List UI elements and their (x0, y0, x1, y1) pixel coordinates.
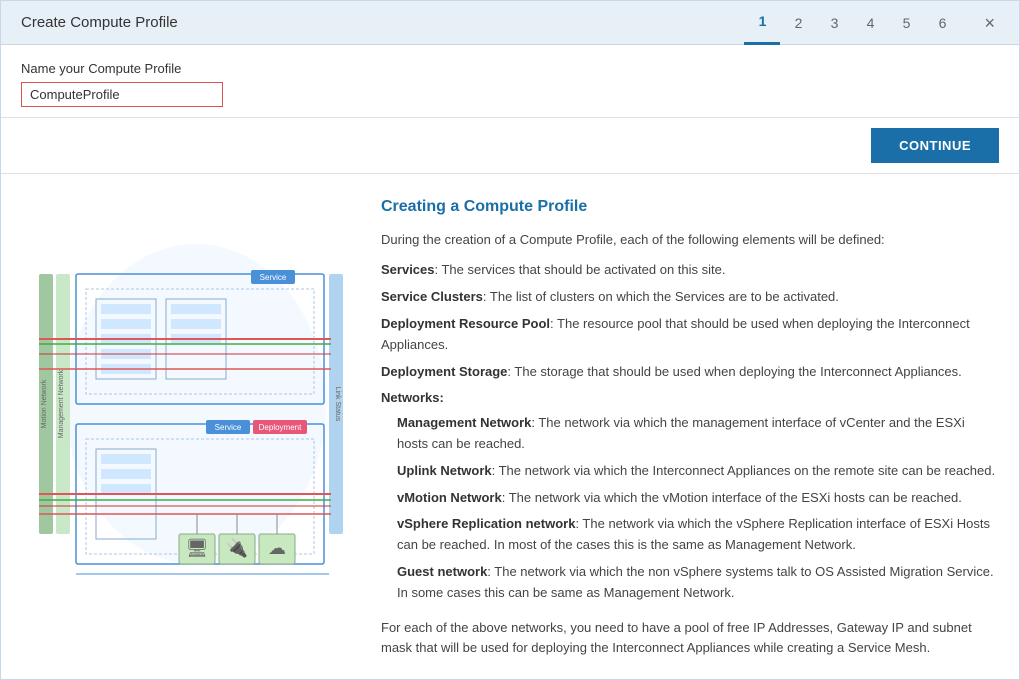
step-2[interactable]: 2 (780, 1, 816, 45)
info-items-container: Services: The services that should be ac… (381, 260, 999, 382)
info-network-item: vSphere Replication network: The network… (397, 514, 999, 556)
info-networks-label: Networks: (381, 388, 999, 409)
continue-button[interactable]: CONTINUE (871, 128, 999, 163)
step-5[interactable]: 5 (888, 1, 924, 45)
stepper: 123456 (744, 1, 960, 45)
info-footer: For each of the above networks, you need… (381, 618, 999, 660)
step-3[interactable]: 3 (816, 1, 852, 45)
info-panel: Creating a Compute Profile During the cr… (381, 194, 999, 659)
svg-text:Motion Network: Motion Network (41, 379, 48, 428)
action-bar: CONTINUE (1, 118, 1019, 174)
modal-header: Create Compute Profile 123456 × (1, 1, 1019, 45)
info-network-item: Guest network: The network via which the… (397, 562, 999, 604)
info-item: Service Clusters: The list of clusters o… (381, 287, 999, 308)
name-section: Name your Compute Profile (1, 45, 1019, 118)
info-item: Services: The services that should be ac… (381, 260, 999, 281)
create-compute-profile-modal: Create Compute Profile 123456 × Name you… (0, 0, 1020, 680)
diagram-area: Motion Network Management Network Link S… (21, 194, 361, 659)
modal-title: Create Compute Profile (21, 14, 744, 31)
step-1[interactable]: 1 (744, 1, 780, 45)
content-area: Motion Network Management Network Link S… (1, 174, 1019, 679)
info-item: Deployment Resource Pool: The resource p… (381, 314, 999, 356)
info-network-item: Uplink Network: The network via which th… (397, 461, 999, 482)
svg-text:Link Status: Link Status (334, 387, 341, 422)
svg-text:🖥: 🖥 (186, 538, 209, 558)
step-4[interactable]: 4 (852, 1, 888, 45)
info-network-item: Management Network: The network via whic… (397, 413, 999, 455)
info-title: Creating a Compute Profile (381, 194, 999, 220)
compute-profile-diagram: Motion Network Management Network Link S… (31, 194, 351, 614)
svg-text:Deployment: Deployment (259, 423, 302, 432)
close-button[interactable]: × (980, 14, 999, 32)
svg-text:🔌: 🔌 (226, 537, 248, 558)
info-network-item: vMotion Network: The network via which t… (397, 488, 999, 509)
svg-text:☁: ☁ (268, 538, 286, 558)
info-item: Deployment Storage: The storage that sho… (381, 362, 999, 383)
step-6[interactable]: 6 (924, 1, 960, 45)
svg-text:Service: Service (260, 273, 287, 282)
info-networks-container: Management Network: The network via whic… (381, 413, 999, 603)
name-label: Name your Compute Profile (21, 61, 999, 76)
info-intro: During the creation of a Compute Profile… (381, 230, 999, 251)
svg-text:Management Network: Management Network (58, 369, 65, 438)
compute-profile-name-input[interactable] (22, 83, 222, 106)
name-input-wrapper (21, 82, 223, 107)
svg-text:Service: Service (215, 423, 242, 432)
